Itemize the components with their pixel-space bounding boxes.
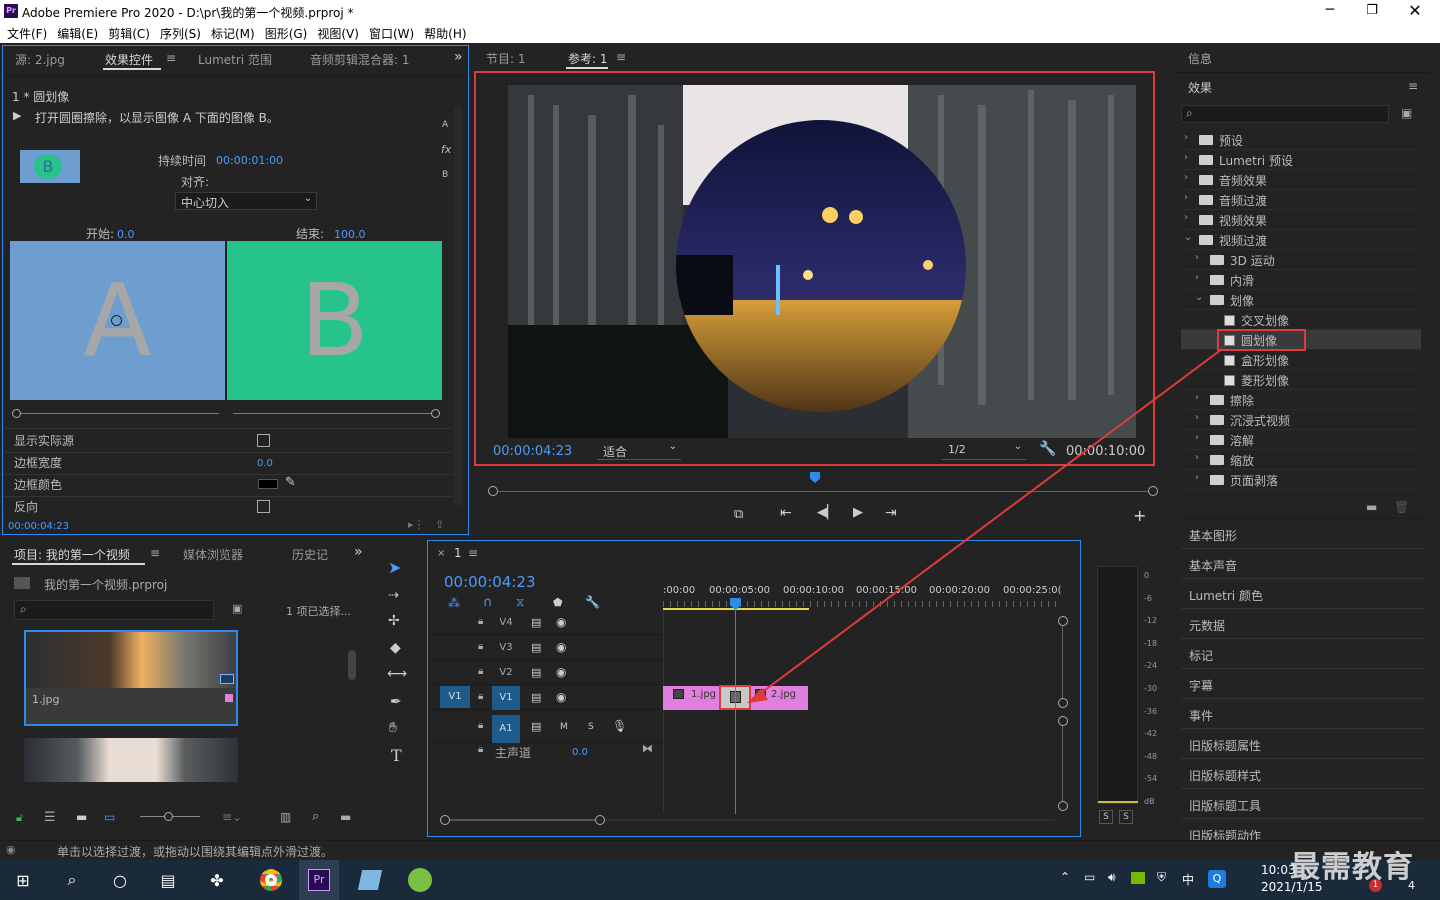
premiere-taskbar-icon[interactable]: Pr [299,860,339,900]
search-icon[interactable]: ⌕ [52,860,92,900]
annotation-arrow [747,348,1223,703]
watermark: 最需教育 [1290,850,1414,885]
notification-badge-1[interactable]: 1 [1369,879,1382,892]
status-icon: ◉ [6,843,16,856]
security-icon[interactable]: ⛨ [1157,870,1166,885]
start-icon[interactable]: ⊞ [3,860,43,900]
task-view-icon[interactable]: ▤ [148,860,188,900]
chrome-icon[interactable] [251,860,291,900]
nvidia-icon[interactable] [1131,872,1145,884]
tray-chevron-icon[interactable]: ⌃ [1060,870,1070,884]
qq-icon[interactable]: Q [1208,870,1226,888]
cortana-icon[interactable]: ○ [100,860,140,900]
status-bar: ◉ 单击以选择过渡，或拖动以围绕其编辑点外滑过渡。 [0,840,1440,860]
green-app-icon[interactable] [400,860,440,900]
status-text: 单击以选择过渡，或拖动以围绕其编辑点外滑过渡。 [57,845,334,859]
notification-badge-2[interactable]: 4 [1408,879,1415,892]
volume-icon[interactable]: 🔊︎ [1108,870,1116,885]
notepad-icon[interactable] [350,860,390,900]
network-icon[interactable]: ▭ [1084,870,1095,884]
pinwheel-app-icon[interactable]: ✤ [197,860,237,900]
ime-indicator[interactable]: 中 [1182,871,1194,888]
